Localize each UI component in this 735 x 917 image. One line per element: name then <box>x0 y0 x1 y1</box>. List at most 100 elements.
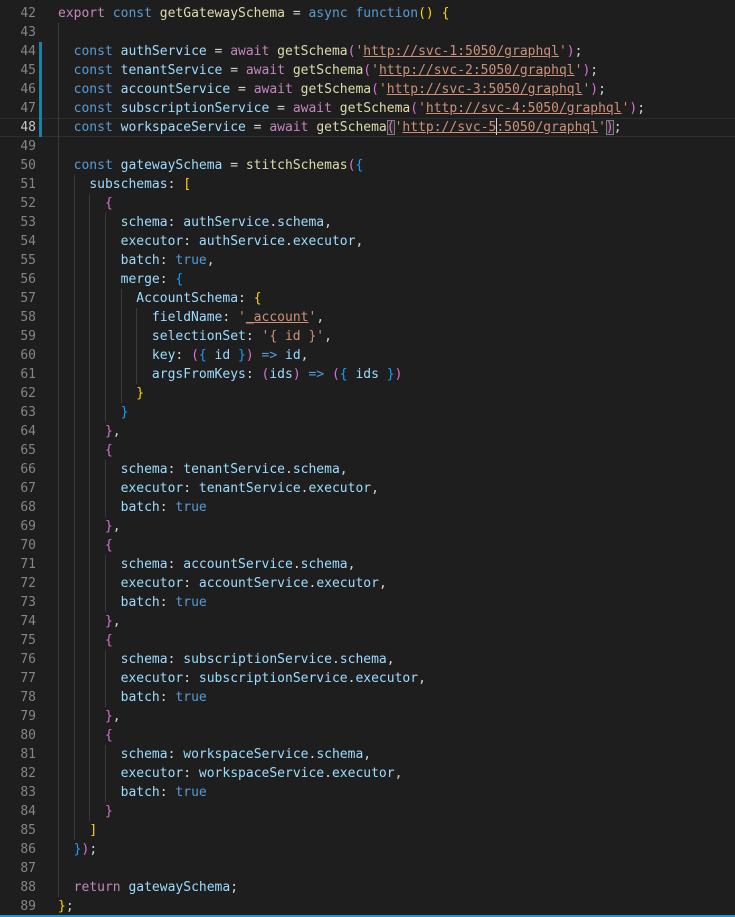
code-line[interactable]: 64 }, <box>0 422 735 441</box>
code-line[interactable]: 52 { <box>0 194 735 213</box>
code-line[interactable]: 77 executor: subscriptionService.executo… <box>0 669 735 688</box>
line-number[interactable]: 46 <box>0 80 36 99</box>
code-line[interactable]: 53 schema: authService.schema, <box>0 213 735 232</box>
line-number[interactable]: 50 <box>0 156 36 175</box>
line-number[interactable]: 72 <box>0 574 36 593</box>
code-line[interactable]: 72 executor: accountService.executor, <box>0 574 735 593</box>
line-number[interactable]: 57 <box>0 289 36 308</box>
code-line[interactable]: 56 merge: { <box>0 270 735 289</box>
line-number[interactable]: 42 <box>0 4 36 23</box>
code-line[interactable]: 71 schema: accountService.schema, <box>0 555 735 574</box>
code-line[interactable]: 60 key: ({ id }) => id, <box>0 346 735 365</box>
line-number[interactable]: 77 <box>0 669 36 688</box>
line-number[interactable]: 88 <box>0 878 36 897</box>
line-number[interactable]: 69 <box>0 517 36 536</box>
line-number[interactable]: 68 <box>0 498 36 517</box>
code-line[interactable]: 69 }, <box>0 517 735 536</box>
code-line[interactable]: 46 const accountService = await getSchem… <box>0 80 735 99</box>
line-number[interactable]: 74 <box>0 612 36 631</box>
line-number[interactable]: 85 <box>0 821 36 840</box>
line-number[interactable]: 52 <box>0 194 36 213</box>
code-line[interactable]: 58 fieldName: '_account', <box>0 308 735 327</box>
code-line[interactable]: 75 { <box>0 631 735 650</box>
code-line[interactable]: 51 subschemas: [ <box>0 175 735 194</box>
line-number[interactable]: 66 <box>0 460 36 479</box>
code-line[interactable]: 89}; <box>0 897 735 916</box>
line-number[interactable]: 76 <box>0 650 36 669</box>
line-number[interactable]: 87 <box>0 859 36 878</box>
code-token: ; <box>89 842 97 857</box>
line-number[interactable]: 62 <box>0 384 36 403</box>
code-line[interactable]: 73 batch: true <box>0 593 735 612</box>
line-number[interactable]: 64 <box>0 422 36 441</box>
line-number[interactable]: 79 <box>0 707 36 726</box>
code-line[interactable]: 70 { <box>0 536 735 555</box>
code-line[interactable]: 49 <box>0 137 735 156</box>
code-line[interactable]: 61 argsFromKeys: (ids) => ({ ids }) <box>0 365 735 384</box>
line-number[interactable]: 48 <box>0 118 36 137</box>
line-number[interactable]: 83 <box>0 783 36 802</box>
code-line[interactable]: 82 executor: workspaceService.executor, <box>0 764 735 783</box>
line-number[interactable]: 54 <box>0 232 36 251</box>
line-number[interactable]: 60 <box>0 346 36 365</box>
line-number[interactable]: 45 <box>0 61 36 80</box>
code-line[interactable]: 57 AccountSchema: { <box>0 289 735 308</box>
line-number[interactable]: 67 <box>0 479 36 498</box>
code-line[interactable]: 74 }, <box>0 612 735 631</box>
code-line[interactable]: 76 schema: subscriptionService.schema, <box>0 650 735 669</box>
line-number[interactable]: 44 <box>0 42 36 61</box>
code-line[interactable]: 44 const authService = await getSchema('… <box>0 42 735 61</box>
code-line[interactable]: 42export const getGatewaySchema = async … <box>0 4 735 23</box>
line-number[interactable]: 70 <box>0 536 36 555</box>
code-line[interactable]: 66 schema: tenantService.schema, <box>0 460 735 479</box>
code-line[interactable]: 68 batch: true <box>0 498 735 517</box>
line-number[interactable]: 56 <box>0 270 36 289</box>
line-number[interactable]: 86 <box>0 840 36 859</box>
code-line[interactable]: 87 <box>0 859 735 878</box>
code-line[interactable]: 85 ] <box>0 821 735 840</box>
code-line[interactable]: 48 const workspaceService = await getSch… <box>0 118 735 137</box>
line-number[interactable]: 65 <box>0 441 36 460</box>
code-line[interactable]: 79 }, <box>0 707 735 726</box>
line-number[interactable]: 84 <box>0 802 36 821</box>
line-number[interactable]: 55 <box>0 251 36 270</box>
code-editor[interactable]: 42export const getGatewaySchema = async … <box>0 0 735 917</box>
code-line[interactable]: 67 executor: tenantService.executor, <box>0 479 735 498</box>
line-number[interactable]: 75 <box>0 631 36 650</box>
code-line[interactable]: 81 schema: workspaceService.schema, <box>0 745 735 764</box>
code-token <box>58 101 74 116</box>
line-number[interactable]: 61 <box>0 365 36 384</box>
line-number[interactable]: 89 <box>0 897 36 916</box>
line-number[interactable]: 59 <box>0 327 36 346</box>
line-number[interactable]: 78 <box>0 688 36 707</box>
code-line[interactable]: 65 { <box>0 441 735 460</box>
line-number[interactable]: 63 <box>0 403 36 422</box>
code-line[interactable]: 80 { <box>0 726 735 745</box>
line-number[interactable]: 73 <box>0 593 36 612</box>
code-line[interactable]: 78 batch: true <box>0 688 735 707</box>
code-line[interactable]: 62 } <box>0 384 735 403</box>
code-line[interactable]: 88 return gatewaySchema; <box>0 878 735 897</box>
line-number[interactable]: 71 <box>0 555 36 574</box>
code-line[interactable]: 45 const tenantService = await getSchema… <box>0 61 735 80</box>
line-number[interactable]: 80 <box>0 726 36 745</box>
code-line[interactable]: 63 } <box>0 403 735 422</box>
code-line[interactable]: 55 batch: true, <box>0 251 735 270</box>
code-line[interactable]: 86 }); <box>0 840 735 859</box>
line-number[interactable]: 53 <box>0 213 36 232</box>
code-text: schema: workspaceService.schema, <box>58 745 371 764</box>
line-number[interactable]: 58 <box>0 308 36 327</box>
line-number[interactable]: 82 <box>0 764 36 783</box>
code-line[interactable]: 59 selectionSet: '{ id }', <box>0 327 735 346</box>
code-line[interactable]: 43 <box>0 23 735 42</box>
code-line[interactable]: 47 const subscriptionService = await get… <box>0 99 735 118</box>
code-line[interactable]: 83 batch: true <box>0 783 735 802</box>
line-number[interactable]: 51 <box>0 175 36 194</box>
line-number[interactable]: 81 <box>0 745 36 764</box>
code-line[interactable]: 50 const gatewaySchema = stitchSchemas({ <box>0 156 735 175</box>
code-line[interactable]: 84 } <box>0 802 735 821</box>
line-number[interactable]: 43 <box>0 23 36 42</box>
line-number[interactable]: 47 <box>0 99 36 118</box>
line-number[interactable]: 49 <box>0 137 36 156</box>
code-line[interactable]: 54 executor: authService.executor, <box>0 232 735 251</box>
